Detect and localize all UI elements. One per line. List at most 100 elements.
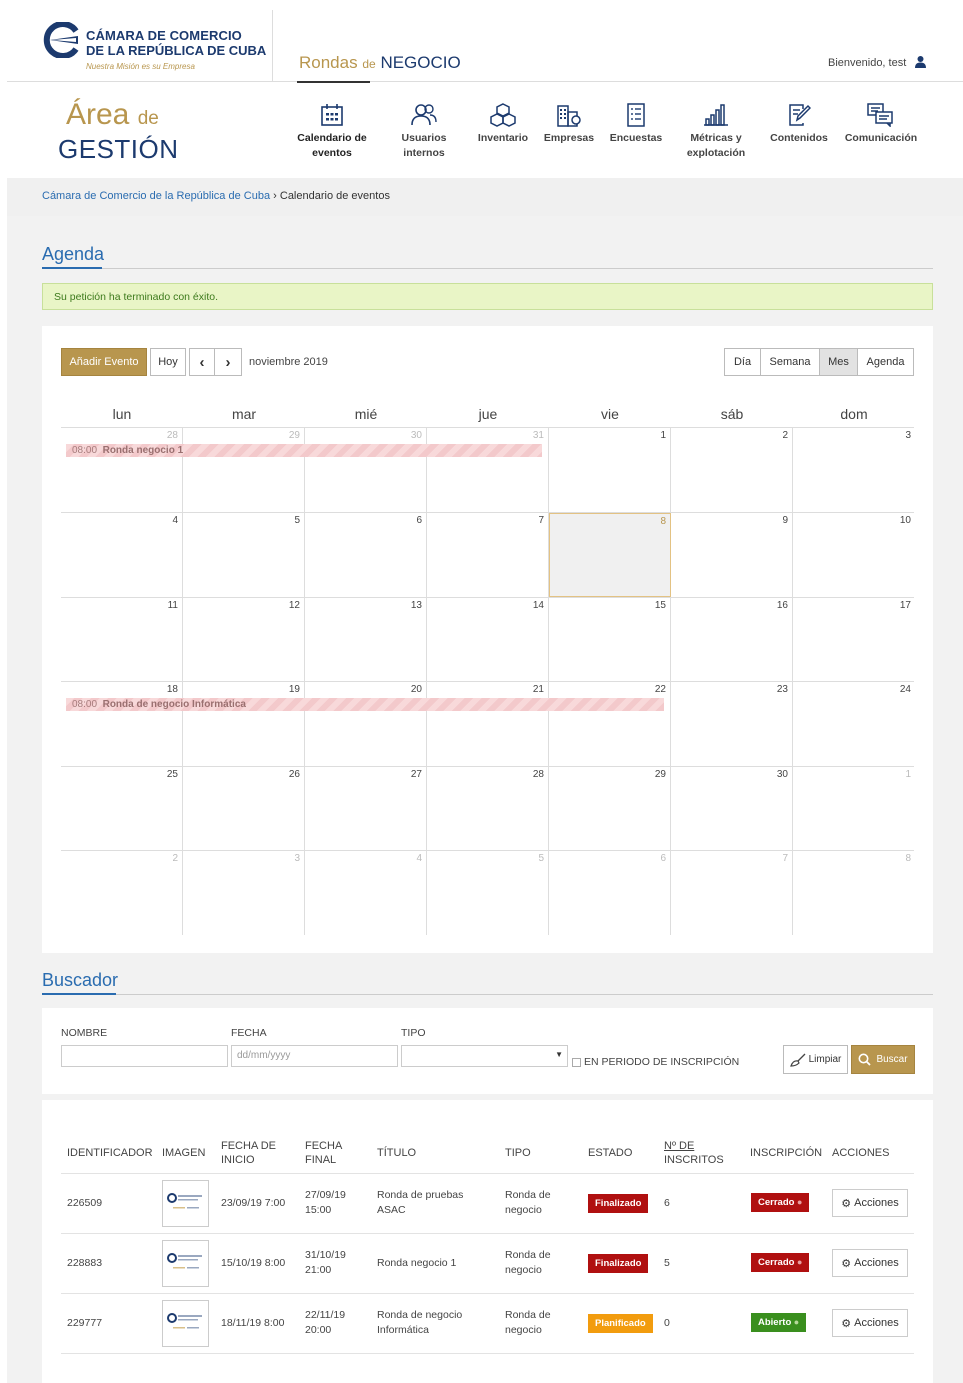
calendar-day-number[interactable]: 1: [660, 430, 666, 441]
event-thumbnail[interactable]: [162, 1300, 209, 1347]
breadcrumb-home-link[interactable]: Cámara de Comercio de la República de Cu…: [42, 190, 270, 202]
prev-month-button[interactable]: ‹: [189, 348, 215, 376]
calendar-day-cell[interactable]: 21: [427, 682, 549, 766]
calendar-day-number[interactable]: 20: [411, 684, 422, 695]
calendar-day-cell[interactable]: 4: [61, 513, 183, 597]
col-header-inicio[interactable]: FECHA DE INICIO: [221, 1139, 276, 1167]
calendar-day-number[interactable]: 17: [900, 600, 911, 611]
calendar-day-cell[interactable]: 28: [61, 428, 183, 512]
calendar-event[interactable]: 08:00 Ronda negocio 1: [66, 444, 542, 457]
calendar-day-cell[interactable]: 1: [793, 767, 915, 851]
nav-inventario[interactable]: Inventario: [474, 103, 532, 146]
calendar-day-cell[interactable]: 2: [61, 851, 183, 935]
calendar-day-number[interactable]: 16: [777, 600, 788, 611]
calendar-day-cell[interactable]: 27: [305, 767, 427, 851]
calendar-day-number[interactable]: 22: [655, 684, 666, 695]
calendar-day-cell[interactable]: 30: [671, 767, 793, 851]
calendar-day-cell[interactable]: 28: [427, 767, 549, 851]
calendar-day-cell[interactable]: 30: [305, 428, 427, 512]
calendar-day-cell[interactable]: 18: [61, 682, 183, 766]
calendar-day-cell[interactable]: 15: [549, 598, 671, 682]
nav-empresas[interactable]: Empresas: [540, 103, 598, 146]
calendar-day-cell[interactable]: 14: [427, 598, 549, 682]
calendar-day-cell[interactable]: 26: [183, 767, 305, 851]
clear-button[interactable]: Limpiar: [783, 1045, 848, 1074]
nav-contenidos[interactable]: Contenidos: [766, 103, 832, 146]
calendar-day-cell[interactable]: 3: [793, 428, 915, 512]
calendar-day-cell[interactable]: 6: [305, 513, 427, 597]
calendar-day-cell[interactable]: 31: [427, 428, 549, 512]
calendar-day-cell[interactable]: 10: [793, 513, 915, 597]
calendar-day-cell[interactable]: 9: [671, 513, 793, 597]
calendar-day-number[interactable]: 13: [411, 600, 422, 611]
actions-button[interactable]: ⚙ Acciones: [832, 1309, 908, 1337]
calendar-day-cell[interactable]: 19: [183, 682, 305, 766]
calendar-day-number[interactable]: 30: [777, 769, 788, 780]
view-day-button[interactable]: Día: [724, 348, 761, 376]
calendar-day-number[interactable]: 29: [289, 430, 300, 441]
view-agenda-button[interactable]: Agenda: [857, 348, 914, 376]
calendar-day-number[interactable]: 4: [416, 853, 422, 864]
actions-button[interactable]: ⚙ Acciones: [832, 1189, 908, 1217]
calendar-day-number[interactable]: 1: [905, 769, 911, 780]
calendar-day-number[interactable]: 28: [533, 769, 544, 780]
calendar-day-number[interactable]: 2: [782, 430, 788, 441]
tipo-select[interactable]: ▼: [401, 1045, 568, 1067]
calendar-day-cell[interactable]: 5: [427, 851, 549, 935]
calendar-day-number[interactable]: 29: [655, 769, 666, 780]
calendar-day-number[interactable]: 4: [172, 515, 178, 526]
calendar-day-cell[interactable]: 20: [305, 682, 427, 766]
calendar-day-number[interactable]: 3: [905, 430, 911, 441]
inscripcion-badge[interactable]: Abierto ●: [751, 1313, 807, 1332]
calendar-day-number[interactable]: 10: [900, 515, 911, 526]
calendar-day-number[interactable]: 9: [782, 515, 788, 526]
calendar-day-cell[interactable]: 22: [549, 682, 671, 766]
calendar-day-number[interactable]: 15: [655, 600, 666, 611]
calendar-day-number[interactable]: 12: [289, 600, 300, 611]
nav-encuestas[interactable]: Encuestas: [605, 103, 667, 146]
user-icon[interactable]: [915, 56, 926, 68]
calendar-day-cell[interactable]: 17: [793, 598, 915, 682]
calendar-day-number[interactable]: 26: [289, 769, 300, 780]
calendar-day-cell[interactable]: 2: [671, 428, 793, 512]
calendar-day-number[interactable]: 31: [533, 430, 544, 441]
view-week-button[interactable]: Semana: [760, 348, 820, 376]
calendar-day-number[interactable]: 5: [294, 515, 300, 526]
col-header-id[interactable]: IDENTIFICADOR: [67, 1146, 153, 1160]
calendar-day-number[interactable]: 24: [900, 684, 911, 695]
col-header-inscripcion[interactable]: INSCRIPCIÓN: [750, 1146, 822, 1160]
calendar-day-number[interactable]: 27: [411, 769, 422, 780]
col-header-tipo[interactable]: TIPO: [505, 1146, 531, 1160]
calendar-event[interactable]: 08:00 Ronda de negocio Informática: [66, 698, 664, 711]
today-button[interactable]: Hoy: [150, 348, 186, 376]
search-button[interactable]: Buscar: [851, 1045, 915, 1074]
calendar-day-number[interactable]: 7: [538, 515, 544, 526]
calendar-day-cell[interactable]: 5: [183, 513, 305, 597]
calendar-day-number[interactable]: 14: [533, 600, 544, 611]
calendar-day-cell[interactable]: 4: [305, 851, 427, 935]
col-header-titulo[interactable]: TÍTULO: [377, 1146, 416, 1160]
calendar-day-cell[interactable]: 12: [183, 598, 305, 682]
nav-calendario[interactable]: Calendario de eventos: [291, 103, 373, 161]
fecha-input[interactable]: dd/mm/yyyy: [231, 1045, 398, 1067]
calendar-day-cell[interactable]: 1: [549, 428, 671, 512]
calendar-day-number[interactable]: 25: [167, 769, 178, 780]
calendar-day-number[interactable]: 8: [660, 516, 666, 527]
calendar-day-number[interactable]: 19: [289, 684, 300, 695]
event-thumbnail[interactable]: [162, 1180, 209, 1227]
calendar-day-cell[interactable]: 23: [671, 682, 793, 766]
calendar-day-cell[interactable]: 7: [671, 851, 793, 935]
nav-usuarios[interactable]: Usuarios internos: [388, 103, 460, 161]
inscripcion-badge[interactable]: Cerrado ●: [751, 1193, 810, 1212]
calendar-day-number[interactable]: 18: [167, 684, 178, 695]
calendar-day-cell[interactable]: 29: [549, 767, 671, 851]
calendar-day-number[interactable]: 21: [533, 684, 544, 695]
inscripcion-badge[interactable]: Cerrado ●: [751, 1253, 810, 1272]
calendar-day-cell[interactable]: 11: [61, 598, 183, 682]
calendar-day-number[interactable]: 5: [538, 853, 544, 864]
rondas-negocio-tab[interactable]: Rondas de NEGOCIO: [299, 53, 461, 73]
calendar-day-cell[interactable]: 8: [793, 851, 915, 935]
calendar-day-cell[interactable]: 25: [61, 767, 183, 851]
event-thumbnail[interactable]: [162, 1240, 209, 1287]
calendar-day-number[interactable]: 8: [905, 853, 911, 864]
